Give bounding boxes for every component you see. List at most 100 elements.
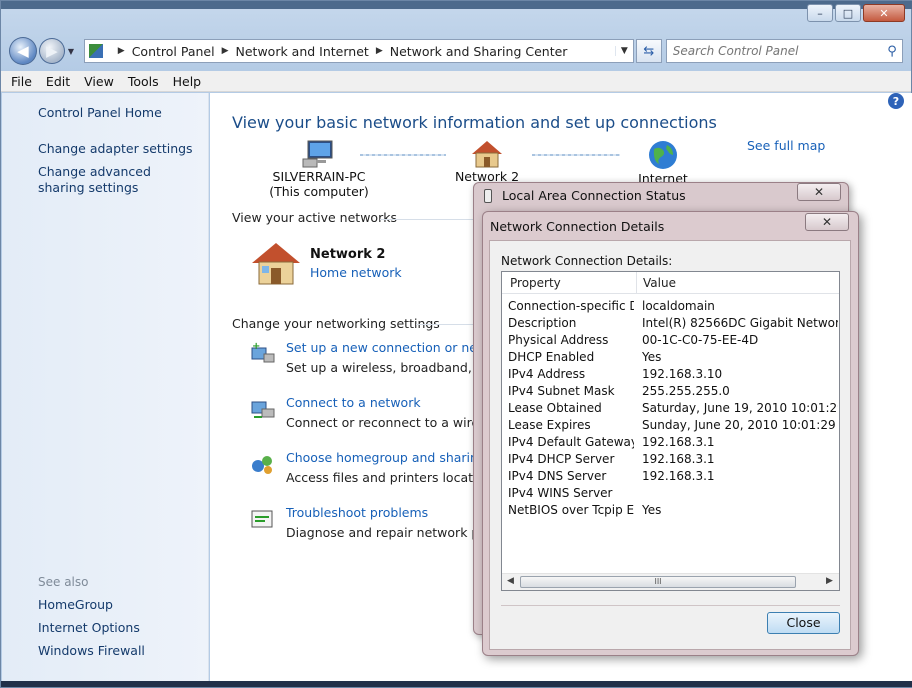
sidebar-control-panel-home[interactable]: Control Panel Home (38, 105, 162, 121)
table-row[interactable]: IPv4 Address 192.168.3.10 (502, 367, 839, 384)
home-network-icon (252, 243, 300, 285)
sidebar-homegroup[interactable]: HomeGroup (38, 597, 113, 613)
breadcrumb-control-panel[interactable]: Control Panel (132, 44, 215, 59)
back-button[interactable]: ◀ (9, 37, 37, 65)
breadcrumb-network-sharing-center[interactable]: Network and Sharing Center (390, 44, 568, 59)
map-computer-node[interactable]: SILVERRAIN-PC (This computer) (264, 139, 374, 199)
globe-icon (649, 141, 677, 169)
help-icon[interactable]: ? (888, 93, 904, 109)
row-property: IPv4 Address (508, 367, 586, 381)
recent-pages-dropdown[interactable]: ▼ (68, 47, 80, 56)
row-value: 192.168.3.1 (642, 435, 715, 449)
menu-help[interactable]: Help (173, 74, 202, 89)
troubleshoot-link[interactable]: Troubleshoot problems (286, 505, 428, 520)
row-value: 192.168.3.1 (642, 469, 715, 483)
table-row[interactable]: DHCP Enabled Yes (502, 350, 839, 367)
list-header: Property Value (502, 272, 839, 294)
table-row[interactable]: Lease Obtained Saturday, June 19, 2010 10… (502, 401, 839, 418)
menu-tools[interactable]: Tools (128, 74, 159, 89)
connect-network-icon (251, 401, 275, 418)
sidebar-windows-firewall[interactable]: Windows Firewall (38, 643, 145, 659)
scroll-thumb[interactable]: III (520, 576, 796, 588)
row-property: IPv4 WINS Server (508, 486, 613, 500)
table-row[interactable]: IPv4 DNS Server 192.168.3.1 (502, 469, 839, 486)
details-dialog-title: Network Connection Details (490, 219, 665, 234)
menu-edit[interactable]: Edit (46, 74, 70, 89)
house-icon (472, 141, 502, 168)
scroll-left-icon[interactable]: ◀ (507, 576, 514, 586)
minimize-button[interactable]: – (807, 4, 833, 22)
page-title: View your basic network information and … (232, 113, 717, 132)
status-dialog-close-button[interactable]: ✕ (797, 183, 841, 201)
row-property: IPv4 DHCP Server (508, 452, 615, 466)
row-property: IPv4 Subnet Mask (508, 384, 615, 398)
forward-arrow-icon: ▶ (46, 42, 58, 60)
chevron-down-icon: ▼ (67, 46, 74, 56)
status-dialog-title: Local Area Connection Status (502, 188, 686, 203)
row-value: Sunday, June 20, 2010 10:01:29 PM (642, 418, 838, 432)
row-property: Lease Obtained (508, 401, 602, 415)
details-label: Network Connection Details: (501, 254, 673, 268)
map-network-node[interactable]: Network 2 (450, 139, 524, 185)
column-divider[interactable] (636, 272, 637, 294)
breadcrumb-network-and-internet[interactable]: Network and Internet (236, 44, 369, 59)
search-input[interactable] (672, 44, 882, 58)
computer-sub: (This computer) (269, 184, 369, 199)
network-sharing-center-window: – □ ✕ ◀ ▶ ▼ ▶ Control Panel ▶ Network an… (0, 0, 912, 688)
close-button[interactable]: Close (767, 612, 840, 634)
map-connection-line (360, 154, 446, 156)
refresh-button[interactable]: ⇆ (635, 39, 662, 63)
see-full-map-link[interactable]: See full map (747, 138, 825, 153)
control-panel-icon (88, 44, 103, 58)
details-listview[interactable]: Property Value Connection-specific DN...… (501, 271, 840, 591)
column-header-property[interactable]: Property (510, 276, 561, 290)
table-row[interactable]: NetBIOS over Tcpip En... Yes (502, 503, 839, 520)
scroll-right-icon[interactable]: ▶ (826, 576, 833, 586)
row-property: Description (508, 316, 577, 330)
maximize-button[interactable]: □ (835, 4, 861, 22)
table-row[interactable]: Description Intel(R) 82566DC Gigabit Netw… (502, 316, 839, 333)
connect-network-link[interactable]: Connect to a network (286, 395, 421, 410)
breadcrumb-arrow-icon[interactable]: ▶ (376, 46, 383, 56)
navigation-bar: ◀ ▶ ▼ ▶ Control Panel ▶ Network and Inte… (9, 34, 903, 68)
taskbar-edge (1, 681, 912, 687)
table-row[interactable]: Physical Address 00-1C-C0-75-EE-4D (502, 333, 839, 350)
homegroup-icon (252, 456, 272, 474)
row-value: Intel(R) 82566DC Gigabit Network Conne (642, 316, 838, 330)
address-dropdown-icon[interactable]: ▼ (614, 46, 633, 56)
close-window-button[interactable]: ✕ (863, 4, 905, 22)
active-network-name: Network 2 (310, 247, 386, 262)
table-row[interactable]: Lease Expires Sunday, June 20, 2010 10:01… (502, 418, 839, 435)
map-internet-node[interactable]: Internet (628, 139, 698, 185)
table-row[interactable]: IPv4 WINS Server (502, 486, 839, 503)
row-value: localdomain (642, 299, 715, 313)
desktop-strip (1, 1, 912, 9)
table-row[interactable]: Connection-specific DN... localdomain (502, 299, 839, 316)
new-connection-icon: + (251, 342, 275, 363)
row-value: Saturday, June 19, 2010 10:01:29 PM (642, 401, 838, 415)
forward-button[interactable]: ▶ (38, 38, 65, 64)
column-header-value[interactable]: Value (643, 276, 676, 290)
sidebar-change-advanced-sharing[interactable]: Change advanced sharing settings (38, 164, 198, 196)
row-property: IPv4 Default Gateway (508, 435, 634, 449)
refresh-icon: ⇆ (643, 43, 655, 59)
network-connection-details-dialog: Network Connection Details ✕ Network Con… (482, 211, 859, 656)
active-network-type-link[interactable]: Home network (310, 265, 402, 280)
row-property: DHCP Enabled (508, 350, 595, 364)
table-row[interactable]: IPv4 Default Gateway 192.168.3.1 (502, 435, 839, 452)
address-bar[interactable]: ▶ Control Panel ▶ Network and Internet ▶… (83, 39, 634, 63)
horizontal-scrollbar[interactable]: ◀ III ▶ (502, 573, 839, 590)
sidebar-internet-options[interactable]: Internet Options (38, 620, 140, 636)
details-dialog-body: Network Connection Details: Property Val… (489, 240, 851, 650)
sidebar-change-adapter-settings[interactable]: Change adapter settings (38, 141, 193, 157)
table-row[interactable]: IPv4 Subnet Mask 255.255.255.0 (502, 384, 839, 401)
table-row[interactable]: IPv4 DHCP Server 192.168.3.1 (502, 452, 839, 469)
computer-name: SILVERRAIN-PC (272, 169, 366, 184)
details-dialog-close-x-button[interactable]: ✕ (805, 213, 849, 231)
networking-settings-heading: Change your networking settings (232, 316, 440, 331)
search-icon[interactable]: ⚲ (882, 44, 902, 59)
breadcrumb-arrow-icon[interactable]: ▶ (118, 46, 125, 56)
menu-file[interactable]: File (11, 74, 32, 89)
menu-view[interactable]: View (84, 74, 114, 89)
breadcrumb-arrow-icon[interactable]: ▶ (222, 46, 229, 56)
